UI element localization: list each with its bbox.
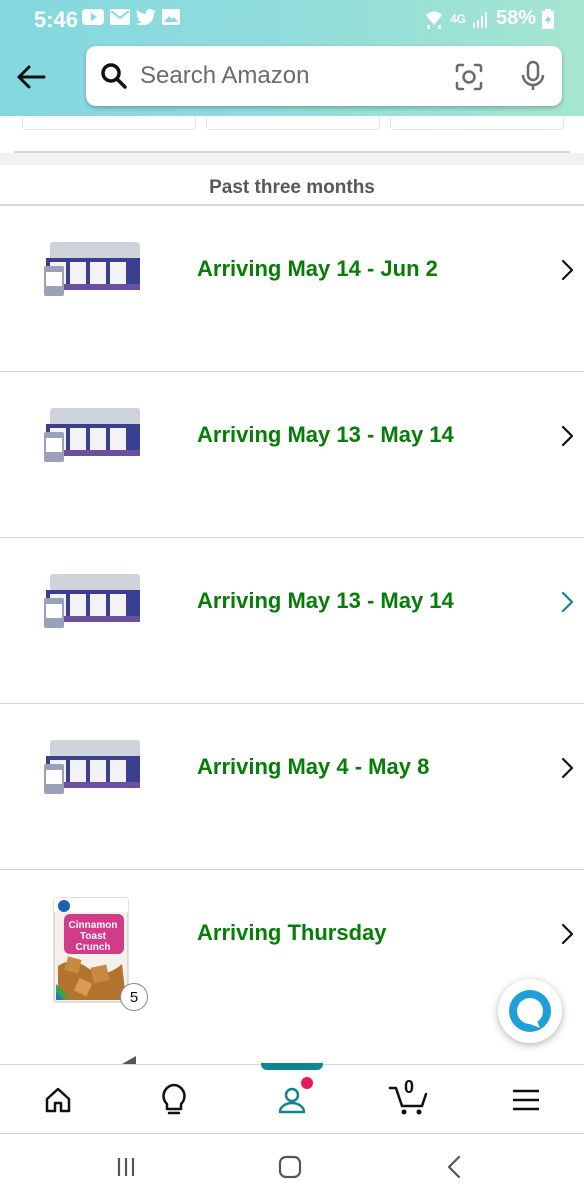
carousel-card[interactable] xyxy=(22,116,196,130)
status-time: 5:46 xyxy=(34,7,79,32)
section-title: Past three months xyxy=(0,166,584,206)
order-list: Arriving May 14 - Jun 2 Arriving May 13 … xyxy=(0,206,584,1036)
status-bar: 5:46 4G 58% xyxy=(0,0,584,38)
mail-icon xyxy=(110,9,130,25)
gallery-icon xyxy=(162,9,180,25)
lightbulb-icon[interactable] xyxy=(116,1065,232,1135)
canned-food-pack-icon xyxy=(40,236,144,300)
back-arrow-icon[interactable] xyxy=(14,60,48,94)
chevron-right-icon[interactable] xyxy=(560,756,576,780)
bottom-nav xyxy=(0,1063,584,1135)
camera-lens-icon[interactable] xyxy=(454,62,484,92)
canned-food-pack-icon xyxy=(40,568,144,632)
network-type: 4G xyxy=(449,11,466,26)
search-icon xyxy=(100,62,128,90)
chevron-right-icon[interactable] xyxy=(560,258,576,282)
back-icon[interactable] xyxy=(434,1152,474,1182)
order-row[interactable]: Arriving May 14 - Jun 2 xyxy=(0,206,584,372)
menu-icon[interactable] xyxy=(468,1065,584,1135)
alexa-icon[interactable] xyxy=(498,979,562,1043)
search-input[interactable]: Search Amazon xyxy=(140,62,309,90)
quantity-badge: 5 xyxy=(120,983,148,1011)
canned-food-pack-icon xyxy=(40,402,144,466)
system-icons: 4G 58% xyxy=(424,7,554,30)
home-icon[interactable] xyxy=(0,1065,116,1135)
order-row[interactable]: Arriving May 4 - May 8 xyxy=(0,704,584,870)
order-status: Arriving May 13 - May 14 xyxy=(197,422,454,447)
order-row[interactable]: Arriving May 13 - May 14 xyxy=(0,372,584,538)
section-spacer xyxy=(0,153,584,165)
order-status: Arriving May 4 - May 8 xyxy=(197,754,430,779)
notification-icons xyxy=(82,9,180,25)
search-bar[interactable]: Search Amazon xyxy=(86,46,562,106)
order-row[interactable]: Arriving May 13 - May 14 xyxy=(0,538,584,704)
chevron-right-icon[interactable] xyxy=(560,922,576,946)
chevron-right-icon[interactable] xyxy=(560,590,576,614)
mic-icon[interactable] xyxy=(518,60,548,92)
signal-icon xyxy=(472,10,490,28)
battery-icon xyxy=(542,8,554,29)
notification-dot xyxy=(301,1077,313,1089)
system-nav xyxy=(0,1134,584,1200)
app-header: 5:46 4G 58% Search Amazon xyxy=(0,0,584,128)
order-row-partial[interactable] xyxy=(0,1018,584,1064)
order-status: Arriving Thursday xyxy=(197,920,387,945)
cart-count: 0 xyxy=(404,1077,415,1097)
order-status: Arriving May 14 - Jun 2 xyxy=(197,256,438,281)
carousel-card[interactable] xyxy=(206,116,380,130)
youtube-icon xyxy=(82,9,104,25)
battery-percent: 58% xyxy=(495,7,536,29)
recents-icon[interactable] xyxy=(106,1152,146,1182)
twitter-icon xyxy=(136,9,156,25)
account-icon[interactable] xyxy=(234,1065,350,1135)
chevron-right-icon[interactable] xyxy=(560,424,576,448)
wifi-icon xyxy=(424,9,444,29)
canned-food-pack-icon xyxy=(40,734,144,798)
cart-icon[interactable] xyxy=(350,1065,466,1135)
order-status: Arriving May 13 - May 14 xyxy=(197,588,454,613)
cereal-box-title: Cinnamon Toast Crunch xyxy=(68,920,118,953)
carousel-card[interactable] xyxy=(390,116,564,130)
order-row[interactable]: Cinnamon Toast Crunch 5 Arriving Thursda… xyxy=(0,870,584,1036)
home-button-icon[interactable] xyxy=(270,1152,310,1182)
